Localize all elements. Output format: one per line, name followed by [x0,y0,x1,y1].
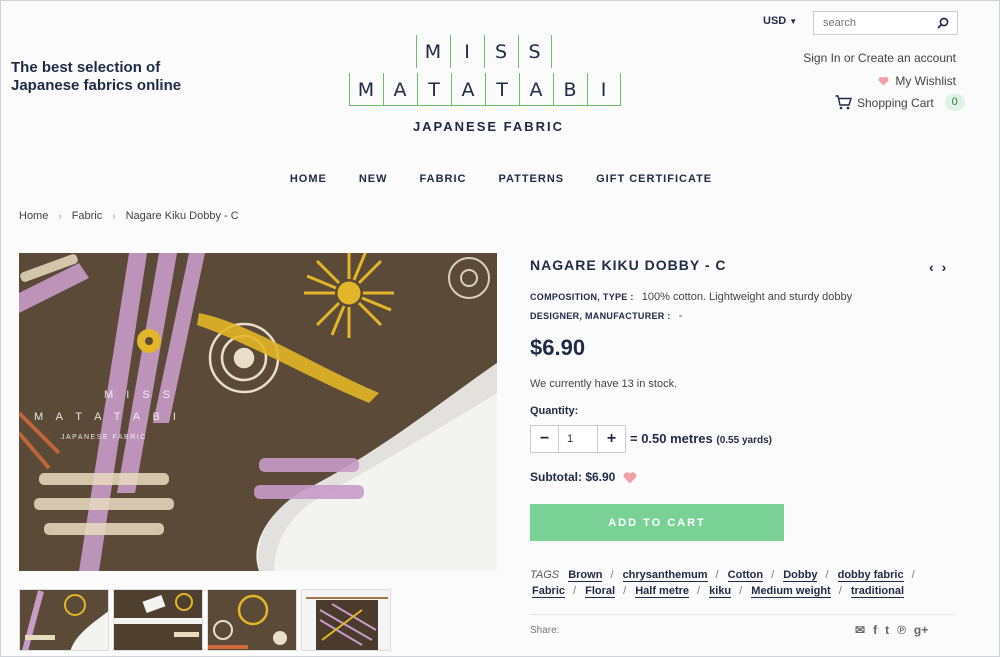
logo-letter: B [553,73,587,106]
chevron-right-icon[interactable]: › [942,259,947,275]
nav-item-patterns[interactable]: PATTERNS [498,173,564,185]
metres-value: = 0.50 metres [630,431,713,446]
tag-link[interactable]: traditional [850,585,905,598]
tag-link[interactable]: dobby fabric [837,569,904,582]
divider [530,614,954,615]
logo-letter: A [383,73,417,106]
logo-letter: A [451,73,485,106]
svg-text:M A T A T A B I: M A T A T A B I [34,411,181,423]
logo-letter: S [484,35,518,68]
product-main-image[interactable]: M I S S M A T A T A B I JAPANESE FABRIC [19,253,497,571]
wishlist-link[interactable]: My Wishlist [878,74,956,88]
wishlist-label: My Wishlist [895,74,956,88]
fabric-photo: M I S S M A T A T A B I JAPANESE FABRIC [19,253,497,571]
currency-selector[interactable]: USD ▼ [763,15,797,27]
logo-letter: T [417,73,451,106]
designer-row: DESIGNER, MANUFACTURER : - [530,310,682,322]
share-icons: ✉ f t ℗ g+ [855,623,928,637]
tag-link[interactable]: kiku [709,585,732,598]
designer-label: DESIGNER, MANUFACTURER : [530,311,671,321]
google-plus-icon[interactable]: g+ [914,623,928,637]
stock-status: We currently have 13 in stock. [530,378,678,390]
breadcrumb-fabric[interactable]: Fabric [72,210,103,222]
tags-label: TAGS [530,569,560,581]
composition-row: COMPOSITION, TYPE : 100% cotton. Lightwe… [530,291,852,303]
product-price: $6.90 [530,335,586,360]
svg-text:M I S S: M I S S [104,389,175,401]
quantity-decrease-button[interactable]: − [531,426,559,452]
breadcrumb-home[interactable]: Home [19,210,48,222]
thumbnail-2[interactable] [113,589,203,651]
breadcrumb-current: Nagare Kiku Dobby - C [125,210,239,222]
quantity-input[interactable] [559,426,597,452]
svg-text:JAPANESE FABRIC: JAPANESE FABRIC [61,434,147,441]
tag-link[interactable]: Fabric [532,585,566,598]
chevron-left-icon[interactable]: ‹ [929,259,934,275]
add-to-cart-button[interactable]: ADD TO CART [530,504,784,541]
logo-letter: M [349,73,383,106]
subtotal-row: Subtotal: $6.90 [530,470,637,484]
metres-readout: = 0.50 metres (0.55 yards) [630,431,772,446]
logo-letter: I [587,73,621,106]
composition-value: 100% cotton. Lightweight and sturdy dobb… [641,291,853,303]
tag-link[interactable]: chrysanthemum [622,569,708,582]
nav-item-fabric[interactable]: FABRIC [420,173,467,185]
site-tagline: The best selection of Japanese fabrics o… [11,59,182,94]
site-logo[interactable]: MISS MATATABI JAPANESE FABRIC [346,35,631,137]
logo-letter: S [518,35,552,68]
pinterest-icon[interactable]: ℗ [897,623,906,637]
email-icon[interactable]: ✉ [855,623,865,637]
subtotal-value: Subtotal: $6.90 [530,470,616,484]
logo-row-miss: MISS [416,35,552,68]
share-label: Share: [530,625,560,636]
logo-letter: T [485,73,519,106]
tag-link[interactable]: Dobby [783,569,818,582]
tag-link[interactable]: Cotton [727,569,764,582]
logo-letter: A [519,73,553,106]
thumbnail-1[interactable] [19,589,109,651]
tag-link[interactable]: Medium weight [751,585,831,598]
cart-label: Shopping Cart [857,95,934,110]
page-frame: The best selection of Japanese fabrics o… [0,0,1000,657]
heart-icon[interactable] [623,471,637,484]
product-thumbnails [19,589,391,651]
composition-label: COMPOSITION, TYPE : [530,292,634,302]
twitter-icon[interactable]: t [885,623,889,637]
logo-letter: M [416,35,450,68]
designer-value: - [678,310,683,322]
nav-item-new[interactable]: NEW [359,173,388,185]
thumbnail-4[interactable] [301,589,391,651]
currency-label: USD [763,15,787,27]
yards-value: (0.55 yards) [716,435,772,446]
chevron-down-icon: ▼ [789,17,798,26]
logo-row-matatabi: MATATABI [349,73,621,106]
product-pager: ‹ › [929,259,946,275]
nav-item-home[interactable]: HOME [290,173,327,185]
breadcrumb: Home › Fabric › Nagare Kiku Dobby - C [19,210,239,222]
heart-icon [878,76,889,86]
quantity-label: Quantity: [530,405,579,417]
tag-link[interactable]: Half metre [635,585,690,598]
shopping-cart-link[interactable]: Shopping Cart 0 [835,94,965,111]
facebook-icon[interactable]: f [873,623,877,637]
search-icon[interactable] [937,17,949,29]
cart-count-badge: 0 [944,94,965,111]
search-box[interactable] [813,11,958,35]
quantity-increase-button[interactable]: + [597,426,625,452]
quantity-stepper: − + [530,425,626,453]
logo-letter: I [450,35,484,68]
nav-item-gift-certificate[interactable]: GIFT CERTIFICATE [596,173,712,185]
tag-link[interactable]: Brown [568,569,603,582]
chevron-right-icon: › [58,210,62,222]
cart-icon [835,95,852,110]
product-title: NAGARE KIKU DOBBY - C [530,257,727,273]
tag-link[interactable]: Floral [585,585,616,598]
search-input[interactable] [814,12,932,34]
logo-subtitle: JAPANESE FABRIC [412,119,565,134]
product-tags: TAGS Brown / chrysanthemum / Cotton / Dobby… [530,569,915,598]
thumbnail-3[interactable] [207,589,297,651]
account-links[interactable]: Sign In or Create an account [803,51,956,65]
main-nav: HOME NEW FABRIC PATTERNS GIFT CERTIFICAT… [1,173,999,185]
chevron-right-icon: › [112,210,116,222]
